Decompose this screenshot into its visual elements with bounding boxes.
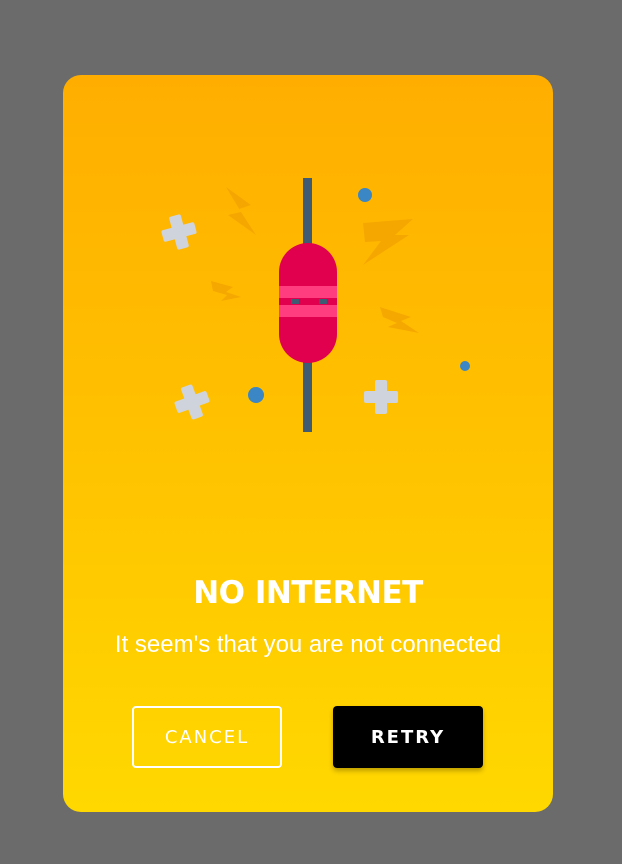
lightning-icon <box>226 187 256 235</box>
dot-icon <box>460 361 470 371</box>
plus-icon <box>161 214 197 250</box>
lightning-icon <box>211 281 241 301</box>
dialog-message: It seem's that you are not connected <box>114 631 502 658</box>
retry-button[interactable]: RETRY <box>333 706 483 768</box>
no-connection-illustration <box>161 178 470 432</box>
fuse-icon <box>279 178 337 432</box>
lightning-icon <box>363 219 413 265</box>
lightning-icon <box>380 307 419 333</box>
cancel-button[interactable]: CANCEL <box>132 706 282 768</box>
plus-icon <box>174 384 210 420</box>
plus-icon <box>364 380 398 414</box>
screen-backdrop: NO INTERNET It seem's that you are not c… <box>0 0 622 864</box>
dot-icon <box>248 387 264 403</box>
dot-icon <box>358 188 372 202</box>
no-internet-dialog: NO INTERNET It seem's that you are not c… <box>63 75 553 812</box>
dialog-title: NO INTERNET <box>193 575 423 611</box>
